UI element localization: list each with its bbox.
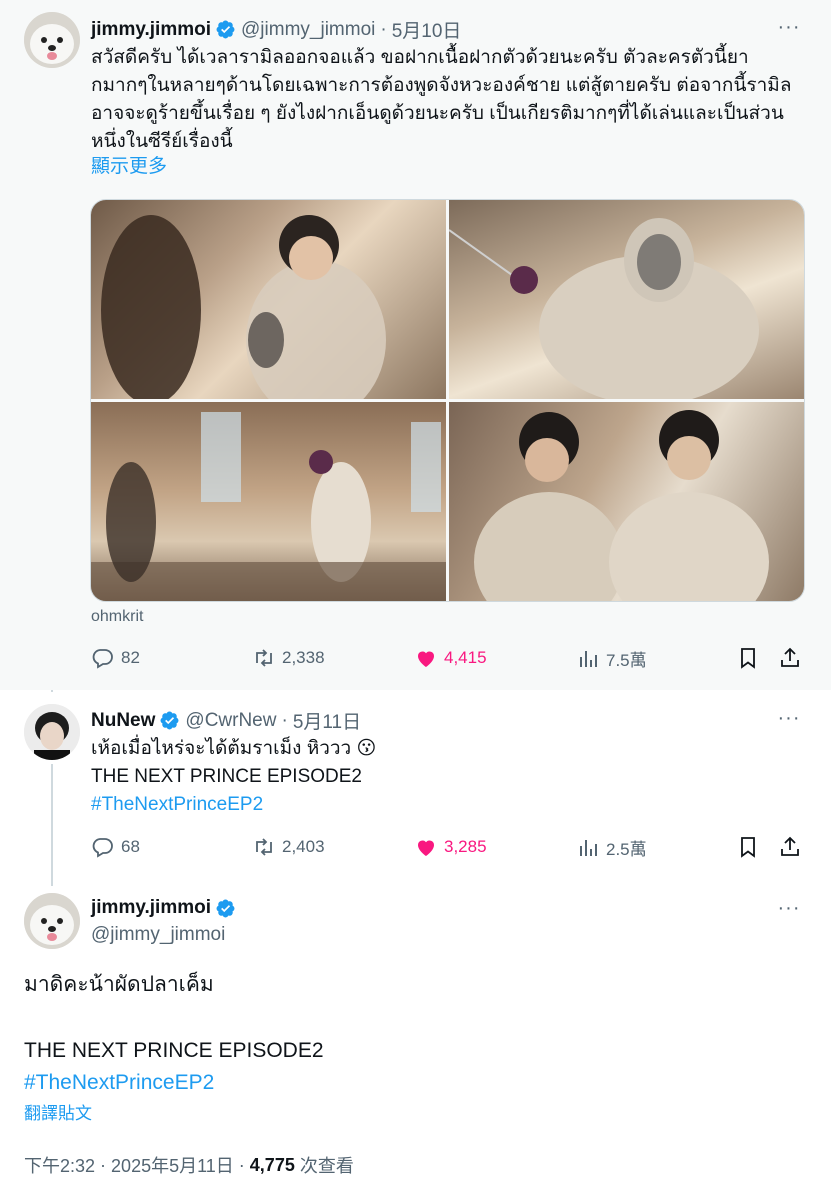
- tweet-text: สวัสดีครับ ได้เวลารามิลออกจอแล้ว ขอฝากเน…: [91, 47, 792, 152]
- bookmark-icon: [741, 837, 755, 858]
- tweet-header: jimmy.jimmoi: [91, 897, 241, 919]
- tweet-text-line-1: เห้อเมื่อไหร่จะได้ต้มราเม็ง หิววว 😗: [91, 738, 377, 759]
- display-name[interactable]: jimmy.jimmoi: [91, 19, 211, 41]
- reply-icon: [92, 649, 113, 669]
- dog-avatar-icon: [24, 893, 80, 949]
- views-count: 4,775: [249, 1154, 295, 1175]
- hashtag-link[interactable]: #TheNextPrinceEP2: [24, 1067, 214, 1099]
- tweet-header: jimmy.jimmoi @jimmy_jimmoi · 5月10日: [91, 16, 461, 43]
- person-avatar-icon: [24, 704, 80, 760]
- handle[interactable]: @CwrNew: [185, 710, 276, 732]
- media-image-4[interactable]: [449, 402, 804, 601]
- avatar[interactable]: [24, 12, 80, 68]
- reply-button[interactable]: 68: [91, 835, 140, 859]
- tweet-1[interactable]: jimmy.jimmoi @jimmy_jimmoi · 5月10日 ··· ส…: [0, 0, 831, 690]
- reply-icon: [92, 838, 113, 858]
- dog-avatar-icon: [24, 12, 80, 68]
- retweet-icon: [256, 838, 272, 856]
- share-button[interactable]: [778, 835, 802, 859]
- more-options-icon[interactable]: ···: [777, 17, 801, 40]
- like-button[interactable]: 4,415: [414, 646, 487, 670]
- views-button[interactable]: 7.5萬: [576, 646, 647, 671]
- handle[interactable]: @jimmy_jimmoi: [91, 924, 225, 946]
- separator-dot: ·: [238, 1154, 245, 1175]
- tweet-date[interactable]: 5月10日: [392, 16, 462, 43]
- retweet-count: 2,403: [282, 837, 325, 856]
- tweet-header: NuNew @CwrNew · 5月11日: [91, 707, 361, 734]
- views-count: 2.5萬: [606, 840, 647, 859]
- fencing-scene-image: [448, 218, 759, 405]
- views-count: 7.5萬: [606, 651, 647, 670]
- handle[interactable]: @jimmy_jimmoi: [241, 19, 375, 41]
- media-image-2[interactable]: [448, 200, 804, 405]
- tweet-date[interactable]: 5月11日: [293, 707, 361, 734]
- tweet-2[interactable]: NuNew @CwrNew · 5月11日 ··· เห้อเมื่อไหร่จ…: [0, 690, 831, 880]
- verified-badge-icon: [160, 711, 179, 730]
- views-label: 次查看: [299, 1156, 354, 1176]
- retweet-count: 2,338: [282, 648, 325, 667]
- analytics-icon: [580, 839, 597, 856]
- fencing-scene-image: [101, 215, 386, 420]
- retweet-button[interactable]: 2,338: [252, 646, 325, 670]
- bookmark-button[interactable]: [736, 835, 760, 859]
- heart-filled-icon: [418, 840, 434, 856]
- handle-row: @jimmy_jimmoi: [91, 924, 225, 946]
- display-name[interactable]: jimmy.jimmoi: [91, 897, 211, 919]
- translate-post-link[interactable]: 翻譯貼文: [24, 1102, 92, 1126]
- share-icon: [781, 836, 799, 856]
- display-name[interactable]: NuNew: [91, 710, 155, 732]
- media-image-3[interactable]: [91, 402, 446, 601]
- avatar[interactable]: [24, 704, 80, 760]
- share-icon: [781, 647, 799, 667]
- media-grid[interactable]: [90, 199, 805, 602]
- fencing-scene-image: [474, 410, 769, 601]
- retweet-icon: [256, 649, 272, 667]
- verified-badge-icon: [216, 20, 235, 39]
- hashtag-link[interactable]: #TheNextPrinceEP2: [91, 791, 263, 819]
- show-more-link[interactable]: 顯示更多: [91, 153, 167, 181]
- like-count: 4,415: [444, 648, 487, 667]
- reply-count: 68: [121, 837, 140, 856]
- more-options-icon[interactable]: ···: [777, 898, 801, 921]
- media-caption[interactable]: ohmkrit: [91, 608, 143, 626]
- more-options-icon[interactable]: ···: [777, 708, 801, 731]
- tweet-text-line-2: THE NEXT PRINCE EPISODE2: [24, 1039, 324, 1062]
- post-time[interactable]: 下午2:32: [24, 1152, 95, 1178]
- retweet-button[interactable]: 2,403: [252, 835, 325, 859]
- views-button[interactable]: 2.5萬: [576, 835, 647, 860]
- separator-dot: ·: [100, 1154, 107, 1175]
- heart-filled-icon: [418, 651, 434, 667]
- avatar[interactable]: [24, 893, 80, 949]
- like-count: 3,285: [444, 837, 487, 856]
- share-button[interactable]: [778, 646, 802, 670]
- separator-dot: ·: [380, 18, 387, 40]
- post-date[interactable]: 2025年5月11日: [111, 1152, 234, 1178]
- fencing-scene-image: [91, 412, 446, 601]
- post-meta: 下午2:32 · 2025年5月11日 · 4,775 次查看: [24, 1152, 354, 1178]
- reply-button[interactable]: 82: [91, 646, 140, 670]
- bookmark-button[interactable]: [736, 646, 760, 670]
- verified-badge-icon: [216, 899, 235, 917]
- separator-dot: ·: [281, 709, 288, 731]
- analytics-icon: [580, 650, 597, 667]
- tweet-text-line-1: มาดิคะน้าผัดปลาเค็ม: [24, 973, 214, 996]
- tweet-text-line-2: THE NEXT PRINCE EPISODE2: [91, 766, 362, 787]
- like-button[interactable]: 3,285: [414, 835, 487, 859]
- bookmark-icon: [741, 648, 755, 669]
- reply-count: 82: [121, 648, 140, 667]
- tweet-3-focused: jimmy.jimmoi @jimmy_jimmoi ··· มาดิคะน้า…: [0, 880, 831, 1192]
- media-image-1[interactable]: [91, 200, 446, 420]
